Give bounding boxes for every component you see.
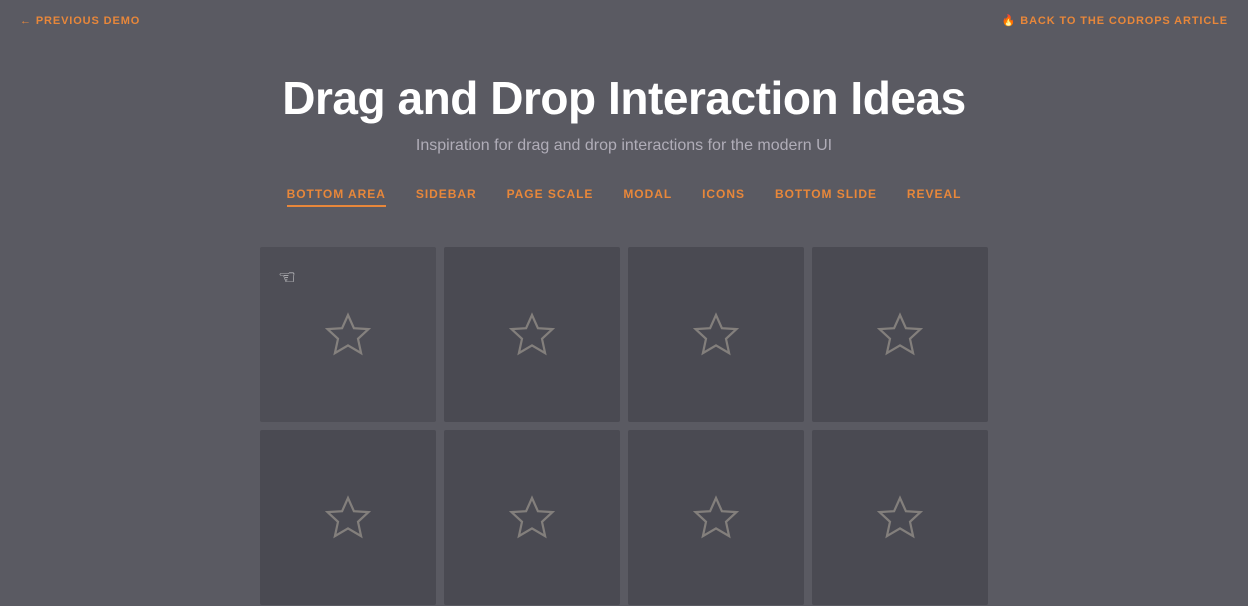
- tab-bottom-area[interactable]: BOTTOM AREA: [287, 187, 386, 207]
- grid-card-5[interactable]: [260, 430, 436, 605]
- grid-card-8[interactable]: [812, 430, 988, 605]
- cursor-icon: ☜: [278, 265, 296, 290]
- star-icon-5: [323, 493, 373, 543]
- top-navigation: PREVIOUS DEMO BACK TO THE CODROPS ARTICL…: [0, 0, 1248, 41]
- star-icon-1: [323, 310, 373, 360]
- page-header: Drag and Drop Interaction Ideas Inspirat…: [0, 41, 1248, 165]
- tab-sidebar[interactable]: SIDEBAR: [416, 187, 477, 207]
- page-title: Drag and Drop Interaction Ideas: [20, 71, 1228, 125]
- tab-modal[interactable]: MODAL: [623, 187, 672, 207]
- grid-card-2[interactable]: [444, 247, 620, 422]
- star-icon-2: [507, 310, 557, 360]
- previous-demo-link[interactable]: PREVIOUS DEMO: [20, 15, 140, 27]
- grid-card-1[interactable]: ☜: [260, 247, 436, 422]
- grid-card-7[interactable]: [628, 430, 804, 605]
- tab-navigation: BOTTOM AREA SIDEBAR PAGE SCALE MODAL ICO…: [0, 165, 1248, 217]
- star-icon-4: [875, 310, 925, 360]
- tab-icons[interactable]: ICONS: [702, 187, 745, 207]
- tab-bottom-slide[interactable]: BOTTOM SLIDE: [775, 187, 877, 207]
- star-icon-7: [691, 493, 741, 543]
- grid-card-6[interactable]: [444, 430, 620, 605]
- star-icon-8: [875, 493, 925, 543]
- back-to-article-link[interactable]: BACK TO THE CODROPS ARTICLE: [1002, 14, 1228, 27]
- drag-drop-grid: ☜: [0, 217, 1248, 605]
- star-icon-6: [507, 493, 557, 543]
- tab-page-scale[interactable]: PAGE SCALE: [507, 187, 594, 207]
- grid-card-3[interactable]: [628, 247, 804, 422]
- grid-card-4[interactable]: [812, 247, 988, 422]
- tab-reveal[interactable]: REVEAL: [907, 187, 961, 207]
- star-icon-3: [691, 310, 741, 360]
- page-subtitle: Inspiration for drag and drop interactio…: [20, 137, 1228, 155]
